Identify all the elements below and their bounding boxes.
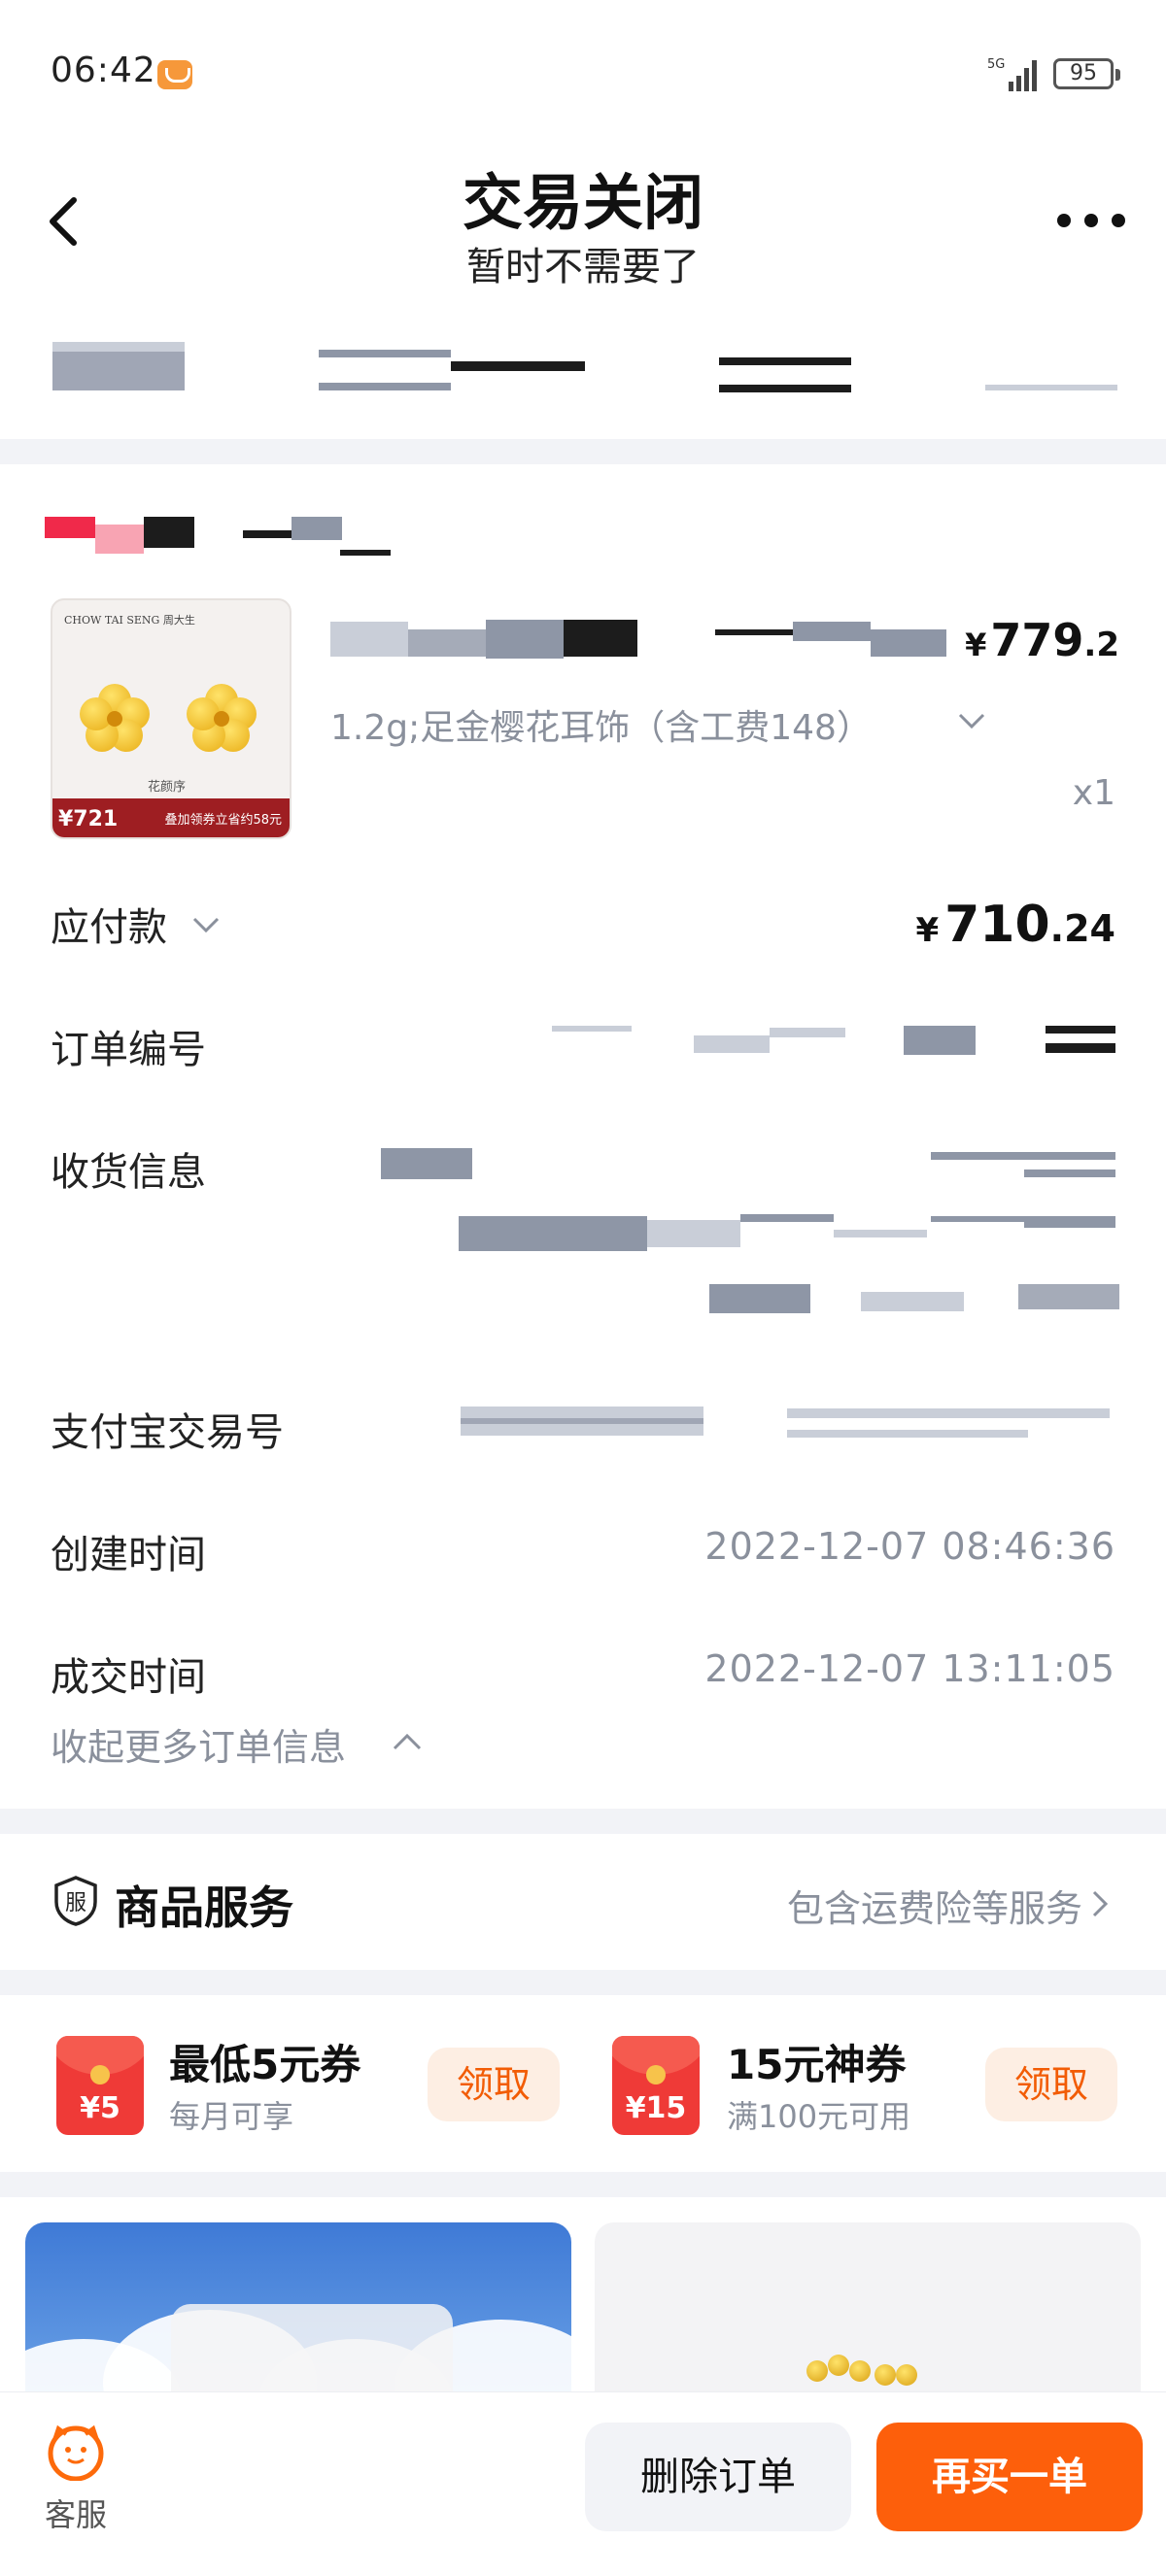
red-envelope-icon: ¥5 <box>56 2036 144 2135</box>
order-number-label: 订单编号 <box>51 1028 206 1072</box>
claim-coupon-button[interactable]: 领取 <box>985 2048 1117 2121</box>
product-thumbnail[interactable]: CHOW TAI SENG 周大生 花颜序 ¥721 叠加领券立省约58元 <box>51 598 292 839</box>
collapse-order-info-link[interactable]: 收起更多订单信息 <box>51 1717 346 1771</box>
closed-time-label: 成交时间 <box>51 1655 206 1700</box>
service-shield-icon: 服 <box>54 1876 97 1926</box>
chevron-right-icon[interactable] <box>1090 1888 1110 1919</box>
product-sku[interactable]: 1.2g;足金樱花耳饰（含工费148） <box>330 699 872 750</box>
service-icon-char: 服 <box>65 1891 86 1915</box>
closed-time-value: 2022-12-07 13:11:05 <box>704 1647 1115 1690</box>
signal-icon: 5G <box>987 57 1037 91</box>
thumbnail-note: 叠加领券立省约58元 <box>164 813 282 828</box>
coupon-title: 最低5元券 <box>169 2041 361 2088</box>
shipping-info-label: 收货信息 <box>51 1150 206 1195</box>
product-price: ¥779.2 <box>965 614 1119 666</box>
chevron-down-icon[interactable] <box>956 709 987 732</box>
claim-coupon-button[interactable]: 领取 <box>428 2048 560 2121</box>
price-decimal: .2 <box>1083 626 1119 664</box>
chevron-down-icon[interactable] <box>190 913 222 936</box>
coupon-amount: ¥15 <box>625 2091 687 2125</box>
earring-left-image <box>80 684 150 754</box>
coupon-subtitle: 满100元可用 <box>727 2098 911 2135</box>
created-time-label: 创建时间 <box>51 1533 206 1577</box>
chevron-up-icon[interactable] <box>391 1731 424 1752</box>
payable-decimal: .24 <box>1049 907 1115 950</box>
page-title: 交易关闭 <box>462 167 703 238</box>
thumbnail-price: ¥721 <box>58 807 119 831</box>
payable-label[interactable]: 应付款 <box>51 896 167 952</box>
service-title: 商品服务 <box>115 1881 293 1934</box>
more-options-icon[interactable] <box>1057 208 1127 231</box>
red-envelope-icon: ¥15 <box>612 2036 700 2135</box>
battery-icon: 95 <box>1053 58 1120 89</box>
service-description[interactable]: 包含运费险等服务 <box>787 1879 1082 1932</box>
payable-integer: 710 <box>944 896 1050 954</box>
payable-currency: ¥ <box>915 911 940 950</box>
thumbnail-brand: CHOW TAI SENG 周大生 <box>64 614 195 627</box>
created-time-value: 2022-12-07 08:46:36 <box>704 1525 1115 1568</box>
section-divider <box>0 1970 1166 1995</box>
taobao-notification-icon <box>157 60 192 89</box>
page-subtitle: 暂时不需要了 <box>466 245 700 289</box>
customer-service-label[interactable]: 客服 <box>45 2491 107 2535</box>
payable-amount: ¥710.24 <box>915 896 1115 954</box>
delete-order-button[interactable]: 删除订单 <box>585 2423 851 2531</box>
section-divider <box>0 2172 1166 2197</box>
coupon-amount: ¥5 <box>80 2091 120 2125</box>
coupon-subtitle: 每月可享 <box>169 2098 294 2135</box>
price-integer: 779 <box>990 614 1084 666</box>
battery-level: 95 <box>1070 61 1097 85</box>
alipay-transaction-label: 支付宝交易号 <box>51 1410 284 1455</box>
product-quantity: x1 <box>1072 773 1115 813</box>
section-divider <box>0 1809 1166 1834</box>
customer-service-icon[interactable] <box>45 2423 107 2481</box>
status-time: 06:42 <box>51 51 156 90</box>
thumbnail-collection: 花颜序 <box>148 780 187 795</box>
section-divider <box>0 439 1166 464</box>
buy-again-button[interactable]: 再买一单 <box>876 2423 1143 2531</box>
network-label: 5G <box>987 57 1005 72</box>
price-currency: ¥ <box>965 627 987 663</box>
gold-jewelry-image <box>806 2351 923 2390</box>
coupon-title: 15元神券 <box>727 2041 907 2088</box>
earring-right-image <box>187 684 257 754</box>
